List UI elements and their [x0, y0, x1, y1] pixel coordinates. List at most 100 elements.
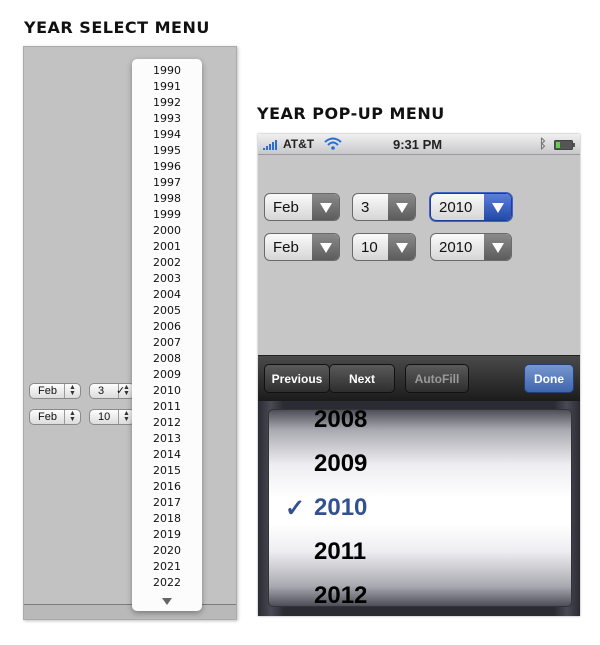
year-option-label: 2017	[153, 496, 181, 509]
up-down-arrows-icon: ▲ ▼	[64, 410, 80, 424]
day-popup-2[interactable]: 10	[352, 233, 416, 261]
picker-row[interactable]: 2009	[314, 450, 367, 478]
bluetooth-icon: ᛒ	[539, 136, 547, 151]
picker-row[interactable]: 2008	[314, 410, 367, 434]
year-option-label: 2005	[153, 304, 181, 317]
picker-wheel[interactable]: 2008 2009 2010 ✓ 2011 2012	[268, 409, 572, 607]
year-option[interactable]: 1995	[132, 143, 202, 159]
year-option[interactable]: 2015	[132, 463, 202, 479]
year-option-label: 1998	[153, 192, 181, 205]
day-popup-1[interactable]: 3	[352, 193, 416, 221]
year-option[interactable]: 1992	[132, 95, 202, 111]
year-option[interactable]: 2016	[132, 479, 202, 495]
done-button[interactable]: Done	[524, 364, 574, 393]
year-option[interactable]: 2018	[132, 511, 202, 527]
year-option[interactable]: 1993	[132, 111, 202, 127]
year-option[interactable]: 2006	[132, 319, 202, 335]
form-toolbar: Previous Next AutoFill Done	[258, 355, 580, 402]
year-popup-1[interactable]: 2010	[430, 193, 512, 221]
dropdown-button[interactable]	[388, 194, 415, 220]
month-select-2[interactable]: Feb ▲ ▼	[29, 409, 81, 425]
year-option-label: 2008	[153, 352, 181, 365]
day-popup-value: 10	[361, 239, 378, 256]
year-option[interactable]: 1999	[132, 207, 202, 223]
picker-row[interactable]: 2011	[314, 538, 366, 566]
year-option[interactable]: 1994	[132, 127, 202, 143]
year-popup-2[interactable]: 2010	[430, 233, 512, 261]
dropdown-button[interactable]	[312, 234, 339, 260]
year-option-label: 2000	[153, 224, 181, 237]
triangle-down-icon	[396, 203, 408, 213]
year-option-label: 2006	[153, 320, 181, 333]
year-option-label: 2020	[153, 544, 181, 557]
year-option[interactable]: 2003	[132, 271, 202, 287]
year-option[interactable]: 2020	[132, 543, 202, 559]
year-option-label: 2014	[153, 448, 181, 461]
year-option[interactable]: 1997	[132, 175, 202, 191]
year-option-label: 1993	[153, 112, 181, 125]
year-option[interactable]: 2021	[132, 559, 202, 575]
previous-button[interactable]: Previous	[264, 364, 330, 393]
year-option[interactable]: 2014	[132, 447, 202, 463]
picker-row-selected[interactable]: 2010	[314, 494, 367, 522]
dropdown-button[interactable]	[484, 194, 511, 220]
year-option[interactable]: 2000	[132, 223, 202, 239]
month-popup-1[interactable]: Feb	[264, 193, 340, 221]
year-option[interactable]: 2013	[132, 431, 202, 447]
dropdown-button[interactable]	[484, 234, 511, 260]
checkmark-icon: ✓	[285, 495, 306, 522]
picker-row[interactable]: 2012	[314, 582, 367, 606]
year-option[interactable]: 2002	[132, 255, 202, 271]
year-option[interactable]: 2007	[132, 335, 202, 351]
year-option[interactable]: 2009	[132, 367, 202, 383]
year-option[interactable]: 1991	[132, 79, 202, 95]
year-dropdown-list[interactable]: 2022 2021 2020 2019 2018 2017 2016 2015 2014 2013…	[116, 59, 202, 611]
up-down-arrows-icon: ▲ ▼	[64, 384, 80, 398]
year-option-label: 2012	[153, 416, 181, 429]
year-option[interactable]: 2012	[132, 415, 202, 431]
month-select-1[interactable]: Feb ▲ ▼	[29, 383, 81, 399]
year-option-label: 1999	[153, 208, 181, 221]
phone-screen: AT&T 9:31 PM ᛒ Feb 3 2010 Feb 10 2010 Pr…	[258, 134, 580, 616]
year-option[interactable]: 2004	[132, 287, 202, 303]
triangle-down-icon	[320, 203, 332, 213]
month-popup-2[interactable]: Feb	[264, 233, 340, 261]
signal-bars-icon	[263, 139, 281, 153]
year-option[interactable]: 2008	[132, 351, 202, 367]
year-option-label: 1997	[153, 176, 181, 189]
checkmark-icon: ✓	[116, 384, 126, 397]
day-select-2[interactable]: 10 ▲ ▼	[89, 409, 135, 425]
triangle-down-icon	[492, 243, 504, 253]
year-option[interactable]: 1996	[132, 159, 202, 175]
year-option-label: 2021	[153, 560, 181, 573]
year-picker[interactable]: 2008 2009 2010 ✓ 2011 2012	[258, 401, 580, 616]
next-button[interactable]: Next	[329, 364, 395, 393]
year-option-label: 2011	[153, 400, 181, 413]
scroll-down-arrow-icon[interactable]	[162, 598, 172, 605]
month-popup-value: Feb	[273, 239, 299, 256]
day-select-value: 3	[98, 385, 105, 397]
year-option[interactable]: 2017	[132, 495, 202, 511]
year-option[interactable]: 2001	[132, 239, 202, 255]
year-option-label: 1996	[153, 160, 181, 173]
year-option[interactable]: 1998	[132, 191, 202, 207]
year-option-label: 1995	[153, 144, 181, 157]
clock: 9:31 PM	[393, 137, 443, 152]
year-option[interactable]: 2005	[132, 303, 202, 319]
year-option[interactable]: ✓ 2010	[116, 383, 202, 399]
dropdown-button[interactable]	[388, 234, 415, 260]
year-option[interactable]: 1990	[132, 63, 202, 79]
year-option[interactable]: 2022	[132, 575, 202, 591]
year-option-label: 2015	[153, 464, 181, 477]
year-option-label: 1990	[153, 64, 181, 77]
dropdown-button[interactable]	[312, 194, 339, 220]
day-select-1[interactable]: 3 ▲ ▼	[89, 383, 135, 399]
year-option[interactable]: 2011	[132, 399, 202, 415]
autofill-button[interactable]: AutoFill	[405, 364, 469, 393]
wifi-icon	[324, 137, 342, 153]
year-popup-value: 2010	[439, 239, 473, 256]
year-option-label: 2003	[153, 272, 181, 285]
year-option[interactable]: 2019	[132, 527, 202, 543]
year-popup-value: 2010	[439, 199, 473, 216]
heading-year-select-menu: YEAR SELECT MENU	[24, 18, 210, 37]
